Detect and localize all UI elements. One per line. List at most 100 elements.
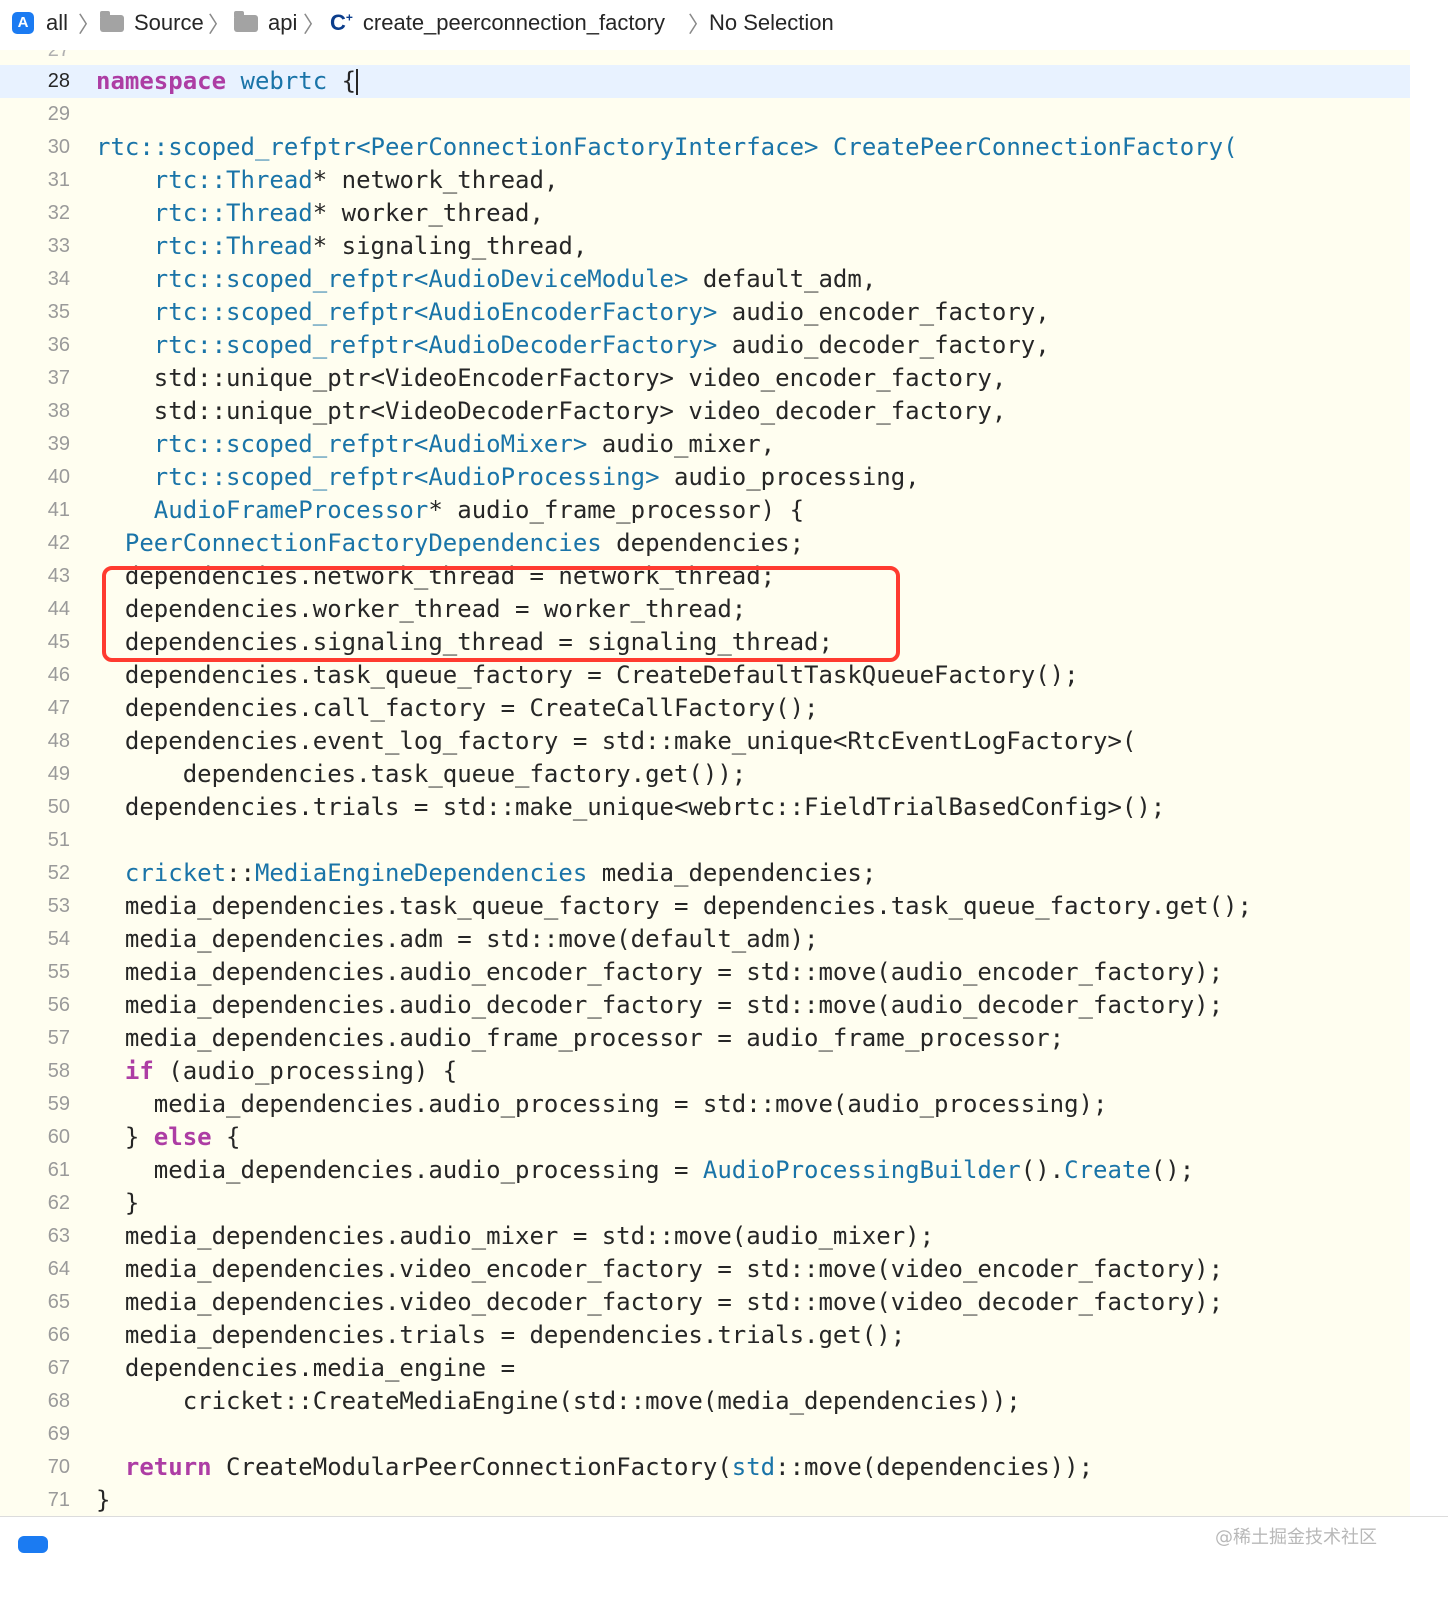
code-line[interactable]: 42 PeerConnectionFactoryDependencies dep…: [0, 527, 1410, 560]
code-line[interactable]: 56 media_dependencies.audio_decoder_fact…: [0, 989, 1410, 1022]
code-line[interactable]: 58 if (audio_processing) {: [0, 1055, 1410, 1088]
code-text[interactable]: std::unique_ptr<VideoDecoderFactory> vid…: [96, 395, 1007, 428]
code-text[interactable]: AudioFrameProcessor* audio_frame_process…: [96, 494, 804, 527]
code-text[interactable]: dependencies.event_log_factory = std::ma…: [96, 725, 1136, 758]
code-text[interactable]: media_dependencies.adm = std::move(defau…: [96, 923, 819, 956]
code-text[interactable]: if (audio_processing) {: [96, 1055, 457, 1088]
code-text[interactable]: cricket::CreateMediaEngine(std::move(med…: [96, 1385, 1021, 1418]
code-line[interactable]: 35 rtc::scoped_refptr<AudioEncoderFactor…: [0, 296, 1410, 329]
code-text[interactable]: media_dependencies.trials = dependencies…: [96, 1319, 905, 1352]
code-text[interactable]: dependencies.media_engine =: [96, 1352, 515, 1385]
source-editor[interactable]: 27 28 namespace webrtc {29 30 rtc::scoped_r…: [0, 50, 1410, 1516]
code-text[interactable]: return CreateModularPeerConnectionFactor…: [96, 1451, 1093, 1484]
code-text[interactable]: rtc::scoped_refptr<PeerConnectionFactory…: [96, 131, 1238, 164]
code-text[interactable]: rtc::Thread* signaling_thread,: [96, 230, 588, 263]
code-line[interactable]: 32 rtc::Thread* worker_thread,: [0, 197, 1410, 230]
code-line[interactable]: 59 media_dependencies.audio_processing =…: [0, 1088, 1410, 1121]
code-line[interactable]: 30 rtc::scoped_refptr<PeerConnectionFacto…: [0, 131, 1410, 164]
code-line[interactable]: 67 dependencies.media_engine =: [0, 1352, 1410, 1385]
code-text[interactable]: dependencies.trials = std::make_unique<w…: [96, 791, 1165, 824]
code-token: dependencies;: [601, 529, 805, 557]
code-text[interactable]: media_dependencies.audio_processing = Au…: [96, 1154, 1194, 1187]
code-text[interactable]: rtc::Thread* worker_thread,: [96, 197, 544, 230]
code-text[interactable]: media_dependencies.video_decoder_factory…: [96, 1286, 1223, 1319]
code-line[interactable]: 48 dependencies.event_log_factory = std:…: [0, 725, 1410, 758]
code-text[interactable]: rtc::scoped_refptr<AudioDeviceModule> de…: [96, 263, 876, 296]
code-text[interactable]: media_dependencies.video_encoder_factory…: [96, 1253, 1223, 1286]
jump-bar-api-folder[interactable]: api: [234, 8, 297, 38]
code-line[interactable]: 70 return CreateModularPeerConnectionFac…: [0, 1451, 1410, 1484]
code-text[interactable]: media_dependencies.task_queue_factory = …: [96, 890, 1252, 923]
code-text[interactable]: rtc::scoped_refptr<AudioEncoderFactory> …: [96, 296, 1050, 329]
code-line[interactable]: 36 rtc::scoped_refptr<AudioDecoderFactor…: [0, 329, 1410, 362]
line-number: 60: [47, 1126, 70, 1148]
code-text[interactable]: rtc::scoped_refptr<AudioMixer> audio_mix…: [96, 428, 775, 461]
code-token: audio_processing,: [659, 463, 920, 491]
code-line[interactable]: 37 std::unique_ptr<VideoEncoderFactory> …: [0, 362, 1410, 395]
code-line[interactable]: 31 rtc::Thread* network_thread,: [0, 164, 1410, 197]
code-line[interactable]: 38 std::unique_ptr<VideoDecoderFactory> …: [0, 395, 1410, 428]
code-line[interactable]: 46 dependencies.task_queue_factory = Cre…: [0, 659, 1410, 692]
code-line[interactable]: 62 }: [0, 1187, 1410, 1220]
code-text[interactable]: media_dependencies.audio_decoder_factory…: [96, 989, 1223, 1022]
code-line[interactable]: 54 media_dependencies.adm = std::move(de…: [0, 923, 1410, 956]
code-token: * network_thread,: [312, 166, 559, 194]
code-text[interactable]: dependencies.task_queue_factory.get());: [96, 758, 747, 791]
code-text[interactable]: media_dependencies.audio_mixer = std::mo…: [96, 1220, 934, 1253]
code-line[interactable]: 34 rtc::scoped_refptr<AudioDeviceModule>…: [0, 263, 1410, 296]
code-text[interactable]: rtc::Thread* network_thread,: [96, 164, 559, 197]
code-line[interactable]: 33 rtc::Thread* signaling_thread,: [0, 230, 1410, 263]
code-text[interactable]: rtc::scoped_refptr<AudioProcessing> audi…: [96, 461, 920, 494]
code-line[interactable]: 39 rtc::scoped_refptr<AudioMixer> audio_…: [0, 428, 1410, 461]
code-text[interactable]: std::unique_ptr<VideoEncoderFactory> vid…: [96, 362, 1007, 395]
code-text[interactable]: namespace webrtc {: [96, 65, 359, 98]
code-line[interactable]: 69: [0, 1418, 1410, 1451]
code-text[interactable]: dependencies.call_factory = CreateCallFa…: [96, 692, 819, 725]
jump-bar-symbol[interactable]: No Selection: [709, 8, 834, 38]
code-line[interactable]: 40 rtc::scoped_refptr<AudioProcessing> a…: [0, 461, 1410, 494]
code-text[interactable]: }: [96, 1187, 139, 1220]
code-text[interactable]: cricket::MediaEngineDependencies media_d…: [96, 857, 876, 890]
code-line[interactable]: 47 dependencies.call_factory = CreateCal…: [0, 692, 1410, 725]
jump-bar-scheme-all[interactable]: A all: [12, 8, 68, 38]
code-text[interactable]: PeerConnectionFactoryDependencies depend…: [96, 527, 804, 560]
code-text[interactable]: dependencies.task_queue_factory = Create…: [96, 659, 1079, 692]
code-text[interactable]: } else {: [96, 1121, 241, 1154]
code-line[interactable]: 66 media_dependencies.trials = dependenc…: [0, 1319, 1410, 1352]
code-token: if: [124, 1057, 154, 1085]
code-line[interactable]: 28 namespace webrtc {: [0, 65, 1410, 98]
code-token: audio_mixer,: [587, 430, 776, 458]
code-line[interactable]: 63 media_dependencies.audio_mixer = std:…: [0, 1220, 1410, 1253]
code-line[interactable]: 55 media_dependencies.audio_encoder_fact…: [0, 956, 1410, 989]
code-line[interactable]: 41 AudioFrameProcessor* audio_frame_proc…: [0, 494, 1410, 527]
code-line[interactable]: 71}: [0, 1484, 1410, 1516]
code-line[interactable]: 29: [0, 98, 1410, 131]
debug-area-toggle-icon[interactable]: [18, 1536, 48, 1553]
code-line[interactable]: 51: [0, 824, 1410, 857]
code-text[interactable]: media_dependencies.audio_frame_processor…: [96, 1022, 1064, 1055]
code-line[interactable]: 57 media_dependencies.audio_frame_proces…: [0, 1022, 1410, 1055]
code-text[interactable]: media_dependencies.audio_processing = st…: [96, 1088, 1108, 1121]
code-line[interactable]: 61 media_dependencies.audio_processing =…: [0, 1154, 1410, 1187]
line-number: 46: [47, 664, 70, 686]
code-line[interactable]: 60 } else {: [0, 1121, 1410, 1154]
code-line[interactable]: 65 media_dependencies.video_decoder_fact…: [0, 1286, 1410, 1319]
code-text[interactable]: media_dependencies.audio_encoder_factory…: [96, 956, 1223, 989]
line-number: 48: [47, 730, 70, 752]
line-number: 27: [47, 50, 70, 61]
jump-bar-source-folder[interactable]: Source: [100, 8, 204, 38]
jump-bar-file[interactable]: C+ create_peerconnection_factory: [330, 8, 665, 38]
code-line[interactable]: 50 dependencies.trials = std::make_uniqu…: [0, 791, 1410, 824]
code-token: rtc::Thread: [153, 199, 313, 227]
code-text[interactable]: rtc::scoped_refptr<AudioDecoderFactory> …: [96, 329, 1050, 362]
code-line[interactable]: 52 cricket::MediaEngineDependencies medi…: [0, 857, 1410, 890]
code-line[interactable]: 64 media_dependencies.video_encoder_fact…: [0, 1253, 1410, 1286]
code-line[interactable]: 68 cricket::CreateMediaEngine(std::move(…: [0, 1385, 1410, 1418]
code-text[interactable]: }: [96, 1484, 110, 1516]
code-line[interactable]: 49 dependencies.task_queue_factory.get()…: [0, 758, 1410, 791]
line-number: 53: [47, 895, 70, 917]
code-line[interactable]: 53 media_dependencies.task_queue_factory…: [0, 890, 1410, 923]
